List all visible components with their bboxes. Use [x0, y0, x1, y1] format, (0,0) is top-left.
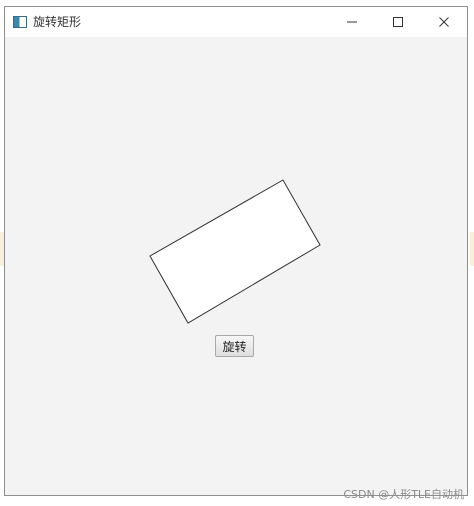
- window-content: 旋转: [5, 37, 467, 495]
- title-bar[interactable]: 旋转矩形: [5, 7, 467, 37]
- drawing-canvas: [149, 179, 321, 324]
- window-title: 旋转矩形: [33, 15, 82, 29]
- watermark-text: CSDN @人形TLE自动机: [343, 488, 464, 501]
- close-icon: [439, 17, 449, 27]
- minimize-button[interactable]: [329, 7, 375, 37]
- maximize-button[interactable]: [375, 7, 421, 37]
- close-button[interactable]: [421, 7, 467, 37]
- app-window-icon: [13, 16, 27, 28]
- maximize-icon: [393, 17, 403, 27]
- rotate-button[interactable]: 旋转: [215, 335, 254, 357]
- desktop-background: 旋转矩形 旋转 CSDN @人形TLE自动机: [0, 0, 474, 506]
- minimize-icon: [347, 21, 357, 23]
- rotated-rectangle: [149, 179, 321, 324]
- app-window: 旋转矩形 旋转: [4, 6, 468, 496]
- right-edge-band: [470, 232, 474, 266]
- window-controls: [329, 7, 467, 37]
